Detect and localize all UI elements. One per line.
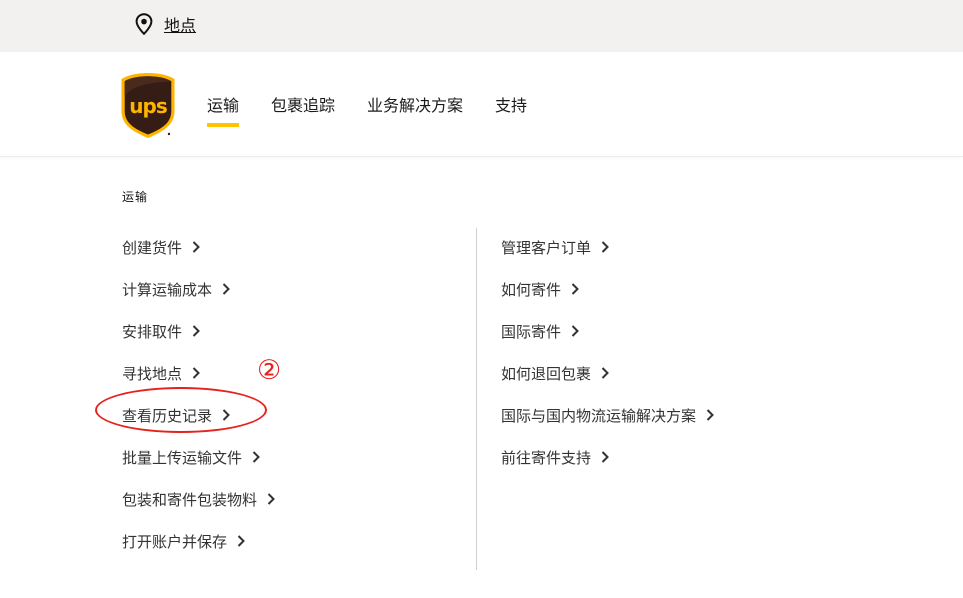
utility-bar: 地点 bbox=[0, 0, 963, 52]
chevron-right-icon bbox=[706, 409, 714, 421]
menu-item-schedule-pickup[interactable]: 安排取件 bbox=[122, 310, 276, 352]
chevron-right-icon bbox=[267, 493, 275, 505]
chevron-right-icon bbox=[222, 283, 230, 295]
site-header: ups 运输 包裹追踪 业务解决方案 支持 bbox=[0, 52, 963, 157]
annotation-step-number: ② bbox=[257, 355, 282, 386]
logo-wordmark: ups bbox=[129, 94, 167, 118]
menu-item-create-shipment[interactable]: 创建货件 bbox=[122, 226, 276, 268]
menu-item-open-account[interactable]: 打开账户并保存 bbox=[122, 520, 276, 562]
menu-item-label: 如何退回包裹 bbox=[501, 364, 592, 383]
menu-item-label: 计算运输成本 bbox=[122, 280, 213, 299]
menu-item-return-package[interactable]: 如何退回包裹 bbox=[501, 352, 715, 394]
nav-item-tracking[interactable]: 包裹追踪 bbox=[271, 94, 335, 118]
chevron-right-icon bbox=[192, 241, 200, 253]
main-nav: 运输 包裹追踪 业务解决方案 支持 bbox=[207, 94, 559, 127]
nav-item-support[interactable]: 支持 bbox=[495, 94, 527, 118]
location-link[interactable]: 地点 bbox=[135, 12, 196, 36]
location-pin-icon bbox=[135, 13, 153, 35]
menu-item-label: 国际与国内物流运输解决方案 bbox=[501, 406, 697, 425]
chevron-right-icon bbox=[571, 283, 579, 295]
nav-item-shipping[interactable]: 运输 bbox=[207, 94, 240, 127]
menu-item-batch-upload[interactable]: 批量上传运输文件 bbox=[122, 436, 276, 478]
menu-item-international-shipping[interactable]: 国际寄件 bbox=[501, 310, 715, 352]
menu-item-manage-orders[interactable]: 管理客户订单 bbox=[501, 226, 715, 268]
chevron-right-icon bbox=[192, 325, 200, 337]
menu-item-label: 打开账户并保存 bbox=[122, 532, 228, 551]
menu-section-title: 运输 bbox=[122, 190, 149, 204]
menu-item-logistics-solutions[interactable]: 国际与国内物流运输解决方案 bbox=[501, 394, 715, 436]
chevron-right-icon bbox=[237, 535, 245, 547]
menu-item-label: 安排取件 bbox=[122, 322, 183, 341]
menu-item-label: 寻找地点 bbox=[122, 364, 183, 383]
menu-item-calculate-cost[interactable]: 计算运输成本 bbox=[122, 268, 276, 310]
chevron-right-icon bbox=[601, 367, 609, 379]
menu-item-label: 管理客户订单 bbox=[501, 238, 592, 257]
menu-item-label: 前往寄件支持 bbox=[501, 448, 592, 467]
chevron-right-icon bbox=[192, 367, 200, 379]
chevron-right-icon bbox=[571, 325, 579, 337]
menu-item-label: 国际寄件 bbox=[501, 322, 562, 341]
chevron-right-icon bbox=[252, 451, 260, 463]
menu-column-right: 管理客户订单 如何寄件 国际寄件 如何退回包裹 国际与国内物流运输解决方案 前往… bbox=[501, 226, 715, 478]
ups-logo[interactable]: ups bbox=[120, 72, 176, 139]
nav-item-business-solutions[interactable]: 业务解决方案 bbox=[367, 94, 463, 118]
location-label: 地点 bbox=[164, 16, 197, 35]
menu-item-label: 包装和寄件包装物料 bbox=[122, 490, 258, 509]
menu-item-how-to-ship[interactable]: 如何寄件 bbox=[501, 268, 715, 310]
annotation-highlight-ellipse bbox=[95, 387, 267, 433]
menu-item-label: 如何寄件 bbox=[501, 280, 562, 299]
menu-item-packaging-supplies[interactable]: 包装和寄件包装物料 bbox=[122, 478, 276, 520]
menu-item-shipping-support[interactable]: 前往寄件支持 bbox=[501, 436, 715, 478]
chevron-right-icon bbox=[601, 451, 609, 463]
menu-item-label: 批量上传运输文件 bbox=[122, 448, 243, 467]
chevron-right-icon bbox=[601, 241, 609, 253]
column-divider bbox=[476, 228, 477, 570]
menu-item-label: 创建货件 bbox=[122, 238, 183, 257]
